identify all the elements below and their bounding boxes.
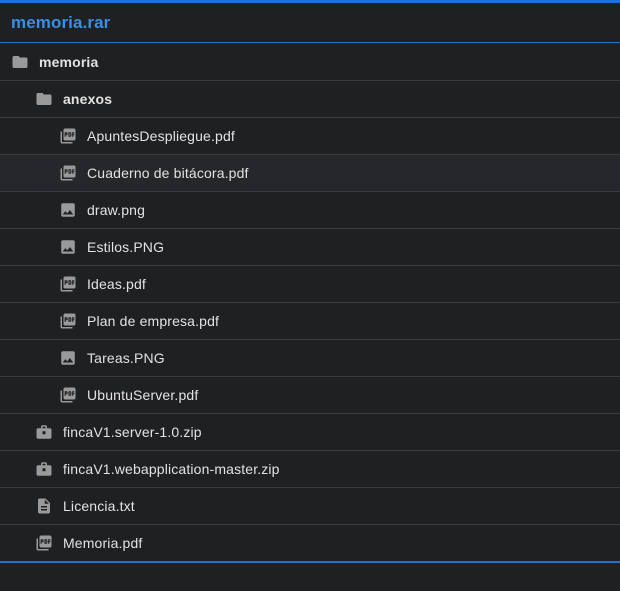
pdf-icon: [59, 164, 77, 182]
tree-item-label: UbuntuServer.pdf: [87, 387, 199, 403]
archive-title: memoria.rar: [11, 12, 111, 32]
file-tree: memoria anexos ApuntesDespliegue.pdf Cua…: [0, 44, 620, 562]
tree-file-row[interactable]: Cuaderno de bitácora.pdf: [0, 155, 620, 192]
pdf-icon: [59, 275, 77, 293]
tree-file-row[interactable]: fincaV1.webapplication-master.zip: [0, 451, 620, 488]
tree-item-label: Estilos.PNG: [87, 239, 165, 255]
tree-item-label: Licencia.txt: [63, 498, 135, 514]
folder-icon: [11, 53, 29, 71]
pdf-icon: [59, 312, 77, 330]
tree-file-row[interactable]: fincaV1.server-1.0.zip: [0, 414, 620, 451]
tree-file-row[interactable]: UbuntuServer.pdf: [0, 377, 620, 414]
pdf-icon: [59, 386, 77, 404]
archive-icon: [35, 460, 53, 478]
text-file-icon: [35, 497, 53, 515]
bottom-accent-line: [0, 561, 620, 563]
tree-item-label: Ideas.pdf: [87, 276, 146, 292]
tree-item-label: fincaV1.webapplication-master.zip: [63, 461, 280, 477]
tree-item-label: Memoria.pdf: [63, 535, 143, 551]
tree-file-row[interactable]: Licencia.txt: [0, 488, 620, 525]
tree-item-label: memoria: [39, 54, 99, 70]
pdf-icon: [59, 127, 77, 145]
tree-file-row[interactable]: Ideas.pdf: [0, 266, 620, 303]
folder-icon: [35, 90, 53, 108]
tree-file-row[interactable]: draw.png: [0, 192, 620, 229]
tree-item-label: ApuntesDespliegue.pdf: [87, 128, 235, 144]
tree-file-row[interactable]: ApuntesDespliegue.pdf: [0, 118, 620, 155]
tree-file-row[interactable]: Tareas.PNG: [0, 340, 620, 377]
tree-item-label: anexos: [63, 91, 113, 107]
archive-icon: [35, 423, 53, 441]
tree-file-row[interactable]: Plan de empresa.pdf: [0, 303, 620, 340]
tree-file-row[interactable]: Estilos.PNG: [0, 229, 620, 266]
tree-file-row[interactable]: Memoria.pdf: [0, 525, 620, 562]
tree-item-label: draw.png: [87, 202, 146, 218]
image-icon: [59, 238, 77, 256]
tree-item-label: Cuaderno de bitácora.pdf: [87, 165, 249, 181]
pdf-icon: [35, 534, 53, 552]
tree-folder-memoria[interactable]: memoria: [0, 44, 620, 81]
image-icon: [59, 349, 77, 367]
tree-folder-anexos[interactable]: anexos: [0, 81, 620, 118]
tree-item-label: fincaV1.server-1.0.zip: [63, 424, 202, 440]
archive-header: memoria.rar: [0, 3, 620, 43]
tree-item-label: Tareas.PNG: [87, 350, 165, 366]
image-icon: [59, 201, 77, 219]
tree-item-label: Plan de empresa.pdf: [87, 313, 220, 329]
